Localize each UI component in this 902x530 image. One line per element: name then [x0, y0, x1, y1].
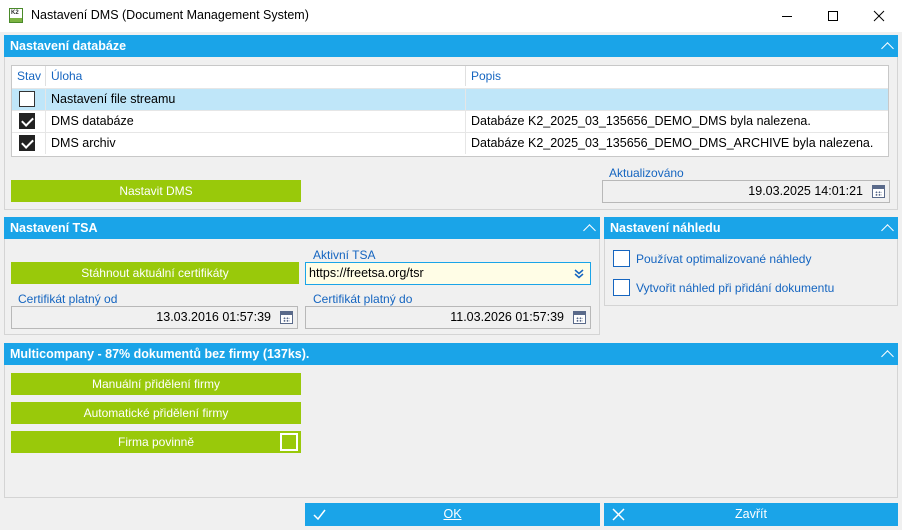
task-table: Stav Úloha Popis Nastavení file streamu …: [11, 65, 889, 157]
active-tsa-value: https://freetsa.org/tsr: [309, 266, 424, 280]
manual-assign-button[interactable]: Manuální přidělení firmy: [11, 373, 301, 395]
valid-to-field[interactable]: 11.03.2026 01:57:39: [305, 306, 591, 329]
chevron-up-icon: [582, 223, 596, 237]
task-cell: Nastavení file streamu: [46, 89, 466, 110]
status-checkbox[interactable]: [19, 113, 35, 129]
description-cell: [466, 89, 888, 110]
status-checkbox[interactable]: [19, 135, 35, 151]
description-cell: Databáze K2_2025_03_135656_DEMO_DMS byla…: [471, 114, 811, 128]
optimized-previews-checkbox[interactable]: [613, 250, 630, 267]
updated-date-value: 19.03.2025 14:01:21: [748, 184, 863, 198]
preview-on-add-label[interactable]: Vytvořit náhled při přidání dokumentu: [636, 281, 834, 295]
multicompany-section-header: Multicompany - 87% dokumentů bez firmy (…: [4, 343, 898, 365]
table-row[interactable]: Nastavení file streamu: [12, 88, 888, 110]
tsa-section-title: Nastavení TSA: [10, 221, 98, 235]
multicompany-collapse-button[interactable]: [876, 343, 898, 365]
checkmark-icon: [313, 509, 326, 521]
database-section-header: Nastavení databáze: [4, 35, 898, 57]
preview-collapse-button[interactable]: [876, 217, 898, 239]
chevron-up-icon: [880, 223, 894, 237]
minimize-icon: [782, 16, 792, 17]
table-row[interactable]: DMS databáze Databáze K2_2025_03_135656_…: [12, 110, 888, 132]
app-logo-icon: K2: [9, 8, 23, 23]
company-required-checkbox[interactable]: [280, 433, 298, 451]
calendar-icon[interactable]: [573, 311, 586, 324]
task-cell: DMS archiv: [46, 133, 466, 154]
maximize-icon: [828, 11, 838, 21]
status-cell: [12, 111, 46, 132]
title-bar: K2 Nastavení DMS (Document Management Sy…: [0, 0, 902, 32]
minimize-button[interactable]: [764, 0, 810, 32]
database-section-title: Nastavení databáze: [10, 39, 127, 53]
close-label: Zavřít: [735, 507, 767, 521]
tsa-collapse-button[interactable]: [578, 217, 600, 239]
active-tsa-select[interactable]: https://freetsa.org/tsr: [305, 262, 591, 285]
double-chevron-down-icon: [574, 269, 584, 279]
valid-from-label: Certifikát platný od: [18, 292, 118, 306]
updated-date-field[interactable]: 19.03.2025 14:01:21: [602, 180, 890, 203]
chevron-up-icon: [880, 41, 894, 55]
active-tsa-label: Aktivní TSA: [313, 248, 376, 262]
description-cell: Databáze K2_2025_03_135656_DEMO_DMS_ARCH…: [471, 136, 874, 150]
calendar-icon[interactable]: [872, 185, 885, 198]
close-window-button[interactable]: [856, 0, 902, 32]
column-header-stav[interactable]: Stav: [12, 66, 46, 86]
window-title: Nastavení DMS (Document Management Syste…: [31, 8, 309, 22]
auto-assign-button[interactable]: Automatické přidělení firmy: [11, 402, 301, 424]
column-header-uloha[interactable]: Úloha: [46, 66, 466, 86]
optimized-previews-label[interactable]: Používat optimalizované náhledy: [636, 252, 811, 266]
close-button[interactable]: Zavřít: [604, 503, 898, 526]
company-required-toggle[interactable]: Firma povinně: [11, 431, 301, 453]
close-icon: [612, 508, 625, 521]
setup-dms-button[interactable]: Nastavit DMS: [11, 180, 301, 202]
preview-on-add-checkbox[interactable]: [613, 279, 630, 296]
calendar-icon[interactable]: [280, 311, 293, 324]
updated-label: Aktualizováno: [609, 166, 684, 180]
preview-section-header: Nastavení náhledu: [604, 217, 898, 239]
column-header-popis[interactable]: Popis: [466, 66, 888, 86]
table-row[interactable]: DMS archiv Databáze K2_2025_03_135656_DE…: [12, 132, 888, 154]
maximize-button[interactable]: [810, 0, 856, 32]
valid-to-value: 11.03.2026 01:57:39: [450, 310, 564, 324]
multicompany-section-title: Multicompany - 87% dokumentů bez firmy (…: [10, 347, 310, 361]
database-collapse-button[interactable]: [876, 35, 898, 57]
task-cell: DMS databáze: [46, 111, 466, 132]
status-cell: [12, 133, 46, 154]
download-certificates-button[interactable]: Stáhnout aktuální certifikáty: [11, 262, 299, 284]
company-required-label: Firma povinně: [117, 435, 195, 449]
valid-from-value: 13.03.2016 01:57:39: [156, 310, 271, 324]
valid-from-field[interactable]: 13.03.2016 01:57:39: [11, 306, 298, 329]
preview-section-title: Nastavení náhledu: [610, 221, 721, 235]
status-checkbox[interactable]: [19, 91, 35, 107]
ok-button[interactable]: OK: [305, 503, 600, 526]
valid-to-label: Certifikát platný do: [313, 292, 413, 306]
status-cell: [12, 89, 46, 110]
chevron-up-icon: [880, 349, 894, 363]
ok-label: OK: [443, 507, 462, 521]
close-icon: [873, 10, 885, 22]
tsa-section-header: Nastavení TSA: [4, 217, 600, 239]
